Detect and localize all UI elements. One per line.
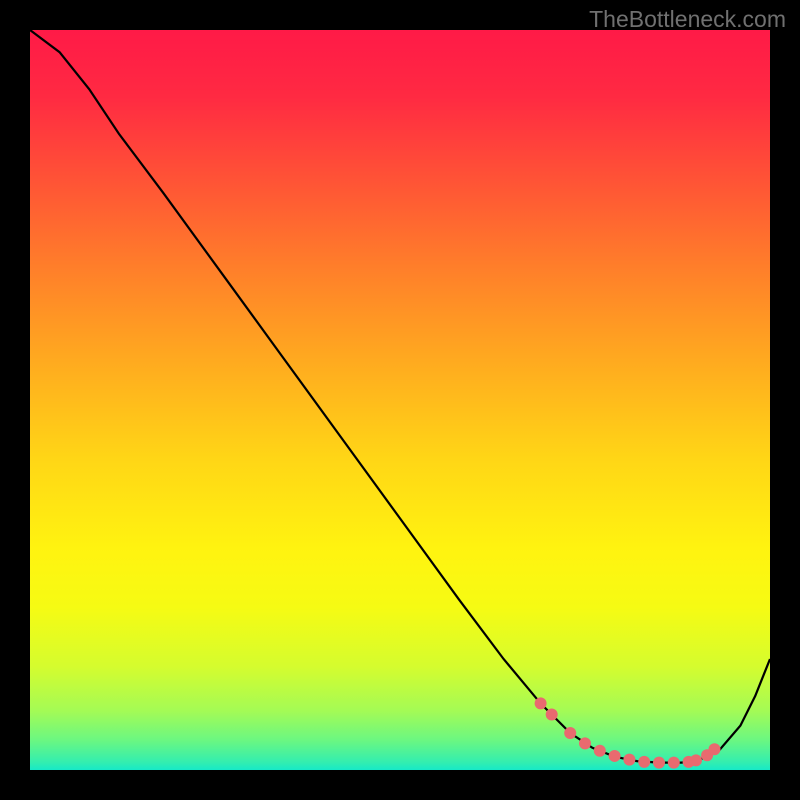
marker-dot (564, 727, 576, 739)
marker-dot (668, 757, 680, 769)
watermark-text: TheBottleneck.com (589, 6, 786, 33)
chart-container: TheBottleneck.com (0, 0, 800, 800)
marker-dot (609, 750, 621, 762)
marker-dot (579, 737, 591, 749)
gradient-background (30, 30, 770, 770)
marker-dot (535, 697, 547, 709)
marker-dot (690, 754, 702, 766)
marker-dot (709, 743, 721, 755)
marker-dot (546, 709, 558, 721)
marker-dot (653, 757, 665, 769)
marker-dot (623, 754, 635, 766)
marker-dot (594, 745, 606, 757)
marker-dot (638, 756, 650, 768)
plot-area (30, 30, 770, 770)
chart-svg (30, 30, 770, 770)
